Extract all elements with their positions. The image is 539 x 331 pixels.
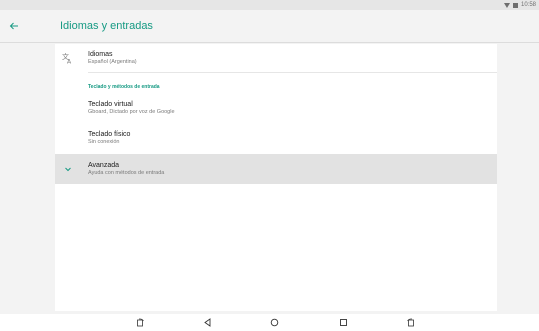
pref-languages[interactable]: 文 A Idiomas Español (Argentina): [55, 44, 497, 72]
navigation-bar: [0, 314, 539, 331]
wifi-icon: [503, 2, 510, 8]
status-bar: 10:58: [0, 0, 539, 10]
svg-text:A: A: [67, 59, 72, 65]
status-clock: 10:58: [520, 2, 536, 8]
arrow-back-icon: [9, 22, 18, 30]
category-keyboard-methods: Teclado y métodos de entrada: [88, 84, 160, 90]
divider: [88, 72, 497, 73]
back-triangle-icon: [204, 318, 211, 327]
pref-physical-keyboard[interactable]: Teclado físico Sin conexión: [55, 126, 497, 154]
battery-icon: [512, 2, 518, 8]
rotate-button-right[interactable]: [405, 317, 416, 328]
page-title: Idiomas y entradas: [60, 20, 153, 32]
settings-screen: 10:58 Idiomas y entradas 文 A Idiomas Esp…: [0, 0, 539, 331]
nav-recents-button[interactable]: [338, 317, 349, 328]
translate-icon: 文 A: [62, 52, 74, 64]
pref-virtual-keyboard-summary: Gboard, Dictado por voz de Google: [88, 109, 175, 115]
pref-virtual-keyboard[interactable]: Teclado virtual Gboard, Dictado por voz …: [55, 96, 497, 124]
pref-advanced-title: Avanzada: [88, 162, 120, 169]
rotate-icon: [137, 318, 144, 327]
nav-back-button[interactable]: [202, 317, 213, 328]
pref-languages-summary: Español (Argentina): [88, 59, 137, 65]
rotate-icon: [407, 318, 414, 327]
pref-physical-keyboard-summary: Sin conexión: [88, 139, 120, 145]
pref-languages-title: Idiomas: [88, 51, 113, 58]
back-button[interactable]: [6, 18, 22, 34]
pref-physical-keyboard-title: Teclado físico: [88, 131, 131, 138]
pref-virtual-keyboard-title: Teclado virtual: [88, 101, 133, 108]
pref-advanced[interactable]: Avanzada Ayuda con métodos de entrada: [55, 154, 497, 184]
preferences-list: 文 A Idiomas Español (Argentina) Teclado …: [55, 44, 497, 311]
recents-square-icon: [340, 319, 347, 326]
chevron-down-icon: [62, 163, 74, 175]
nav-home-button[interactable]: [269, 317, 280, 328]
pref-advanced-summary: Ayuda con métodos de entrada: [88, 170, 165, 176]
rotate-button-left[interactable]: [135, 317, 146, 328]
home-circle-icon: [270, 318, 279, 327]
app-bar: Idiomas y entradas: [0, 10, 539, 43]
